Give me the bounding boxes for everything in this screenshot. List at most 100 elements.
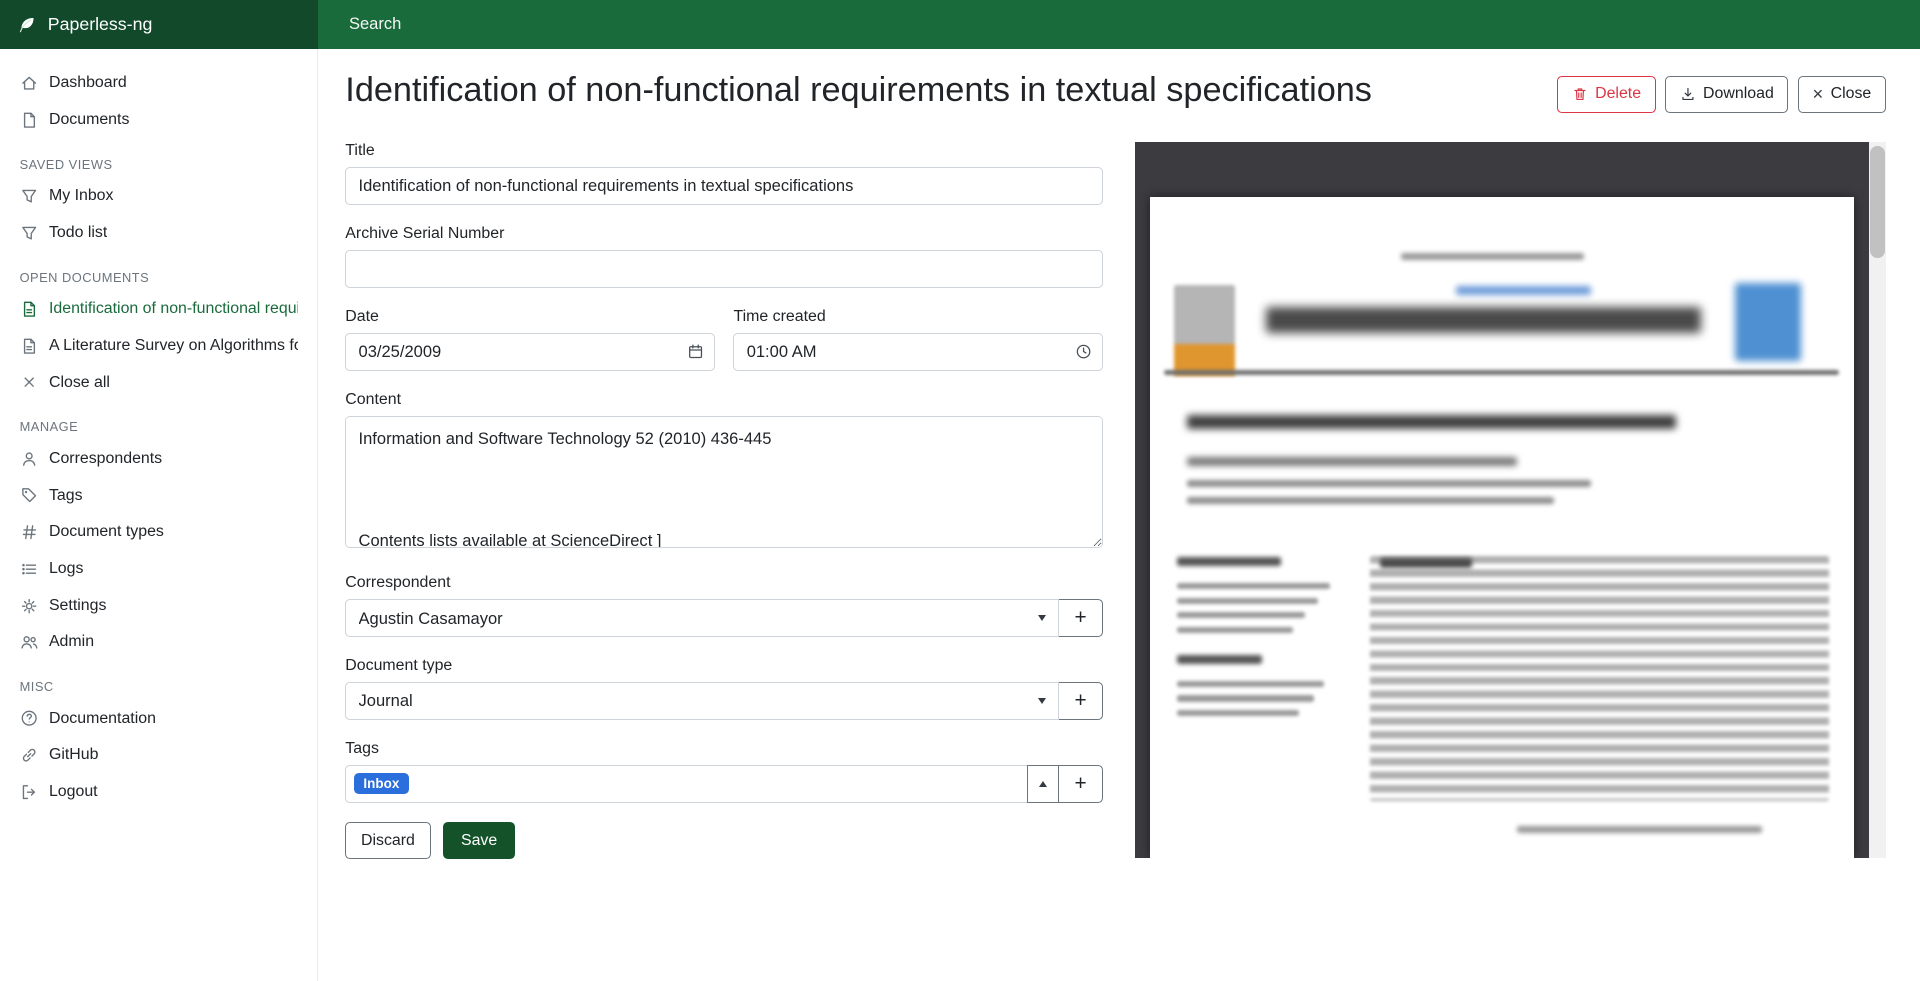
app: Paperless-ng Dashboard Documents SAVED V… [0,0,1920,981]
tags-input[interactable]: Inbox [345,765,1028,803]
plus-icon: + [1075,772,1087,796]
content-textarea[interactable]: Information and Software Technology 52 (… [345,416,1103,548]
sidebar-item-todo-list[interactable]: Todo list [0,215,317,252]
close-icon: × [1813,85,1824,103]
tag-icon [20,486,38,504]
pdf-blur [1266,307,1701,333]
delete-button[interactable]: Delete [1557,76,1655,113]
sidebar-item-label: A Literature Survey on Algorithms for Mu… [49,337,298,355]
pdf-blur [1401,253,1585,259]
brand-name: Paperless-ng [48,14,153,35]
document-type-label: Document type [345,657,1103,675]
document-actions: Delete Download × Close [1557,76,1885,113]
close-button[interactable]: × Close [1798,76,1886,113]
pdf-blur [1187,480,1591,487]
sidebar-item-label: Documents [49,111,129,129]
time-created-label: Time created [733,308,1103,326]
question-circle-icon [20,709,38,727]
logout-icon [20,783,38,801]
sidebar-open-doc-1[interactable]: Identification of non-functional require… [0,291,317,328]
x-icon [20,373,38,391]
file-text-icon [20,300,38,318]
sidebar-item-label: Dashboard [49,74,127,92]
sidebar-item-logs[interactable]: Logs [0,551,317,588]
sidebar-item-correspondents[interactable]: Correspondents [0,440,317,477]
file-text-icon [20,337,38,355]
sidebar-item-logout[interactable]: Logout [0,774,317,811]
sidebar-item-label: Close all [49,374,110,392]
pdf-blur [1187,457,1518,467]
sidebar-item-label: Correspondents [49,450,162,468]
brand[interactable]: Paperless-ng [0,0,318,49]
hash-icon [20,523,38,541]
add-tag-button[interactable]: + [1058,765,1103,803]
file-icon [20,111,38,129]
tag-badge-inbox: Inbox [354,773,409,794]
list-icon [20,560,38,578]
content: Dashboard Documents SAVED VIEWS My Inbox… [0,49,1920,981]
document-form: Title Archive Serial Number Date [345,142,1103,859]
sidebar-item-settings[interactable]: Settings [0,587,317,624]
sidebar-item-tags[interactable]: Tags [0,477,317,514]
sidebar-item-close-all[interactable]: Close all [0,364,317,401]
pdf-page [1150,197,1854,858]
person-icon [20,450,38,468]
caret-up-icon [1039,781,1047,787]
pdf-blur [1177,695,1314,701]
sidebar-section-manage: MANAGE [0,401,317,440]
link-icon [20,746,38,764]
pdf-blur [1517,826,1762,832]
pdf-blur [1380,558,1472,568]
pdf-blur [1177,598,1318,604]
sidebar-item-my-inbox[interactable]: My Inbox [0,178,317,215]
sidebar-item-document-types[interactable]: Document types [0,514,317,551]
correspondent-select[interactable]: Agustin Casamayor [345,599,1059,637]
funnel-icon [20,187,38,205]
add-correspondent-button[interactable]: + [1058,599,1103,637]
pdf-blur [1177,710,1299,716]
topbar-search-area [318,0,1920,49]
asn-label: Archive Serial Number [345,225,1103,243]
trash-icon [1572,86,1588,102]
sidebar-item-label: Admin [49,633,94,651]
pdf-blur [1177,612,1306,618]
people-icon [20,633,38,651]
tags-dropdown-button[interactable] [1027,765,1059,803]
document-type-select[interactable]: Journal [345,682,1059,720]
topbar: Paperless-ng [0,0,1920,49]
date-input[interactable] [345,333,715,371]
title-input[interactable] [345,167,1103,205]
download-label: Download [1703,85,1774,103]
sidebar-item-dashboard[interactable]: Dashboard [0,65,317,102]
sidebar-section-misc: MISC [0,661,317,700]
preview-scrollbar-track[interactable] [1869,142,1886,858]
pdf-blur [1177,655,1263,664]
pdf-blur [1187,497,1554,504]
sidebar-item-label: Logs [49,560,84,578]
preview-scrollbar-thumb[interactable] [1870,146,1885,259]
sidebar-item-documentation[interactable]: Documentation [0,700,317,737]
pdf-blur [1177,557,1281,566]
pdf-blur [1177,681,1324,687]
sidebar-item-admin[interactable]: Admin [0,624,317,661]
page-title: Identification of non-functional require… [345,69,1372,112]
pdf-blur-text-block [1370,556,1829,801]
discard-button[interactable]: Discard [345,822,430,859]
sidebar-item-documents[interactable]: Documents [0,102,317,139]
archive-serial-number-input[interactable] [345,250,1103,288]
sidebar-item-label: Settings [49,597,106,615]
search-input[interactable] [347,13,878,35]
download-button[interactable]: Download [1665,76,1788,113]
sidebar-open-doc-2[interactable]: A Literature Survey on Algorithms for Mu… [0,327,317,364]
save-button[interactable]: Save [443,822,516,859]
pdf-blur [1177,627,1293,633]
funnel-icon [20,224,38,242]
correspondent-label: Correspondent [345,574,1103,592]
sidebar-item-label: Identification of non-functional require… [49,300,298,318]
sidebar-section-saved-views: SAVED VIEWS [0,138,317,177]
pdf-blur [1177,583,1330,589]
sidebar-item-github[interactable]: GitHub [0,737,317,774]
pdf-blur [1164,370,1839,375]
add-document-type-button[interactable]: + [1058,682,1103,720]
time-created-input[interactable] [733,333,1103,371]
